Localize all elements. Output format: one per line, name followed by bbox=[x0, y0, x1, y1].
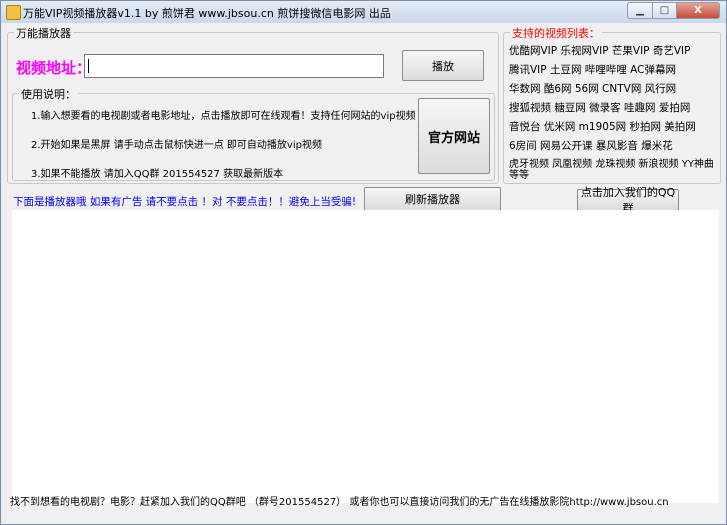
text-caret bbox=[88, 59, 89, 73]
minimize-button[interactable]: ▁ bbox=[627, 2, 653, 19]
site-row: 腾讯VIP 土豆网 哔哩哔哩 AC弹幕网 bbox=[509, 64, 676, 76]
site-row: 等等 bbox=[509, 170, 529, 181]
site-row: 音悦台 优米网 m1905网 秒拍网 美拍网 bbox=[509, 121, 696, 133]
instruction-item-1: 1.输入想要看的电视剧或者电影地址，点击播放即可在线观看！支持任何网站的vip视… bbox=[31, 111, 416, 122]
instructions-title: 使用说明： bbox=[19, 86, 78, 102]
refresh-player-button[interactable]: 刷新播放器 bbox=[364, 187, 501, 211]
maximize-button[interactable]: □ bbox=[653, 2, 677, 19]
site-row: 搜狐视频 糖豆网 微录客 哇趣网 爱拍网 bbox=[509, 102, 691, 114]
play-button[interactable]: 播放 bbox=[402, 50, 484, 81]
site-row: 虎牙视频 凤凰视频 龙珠视频 新浪视频 YY神曲 bbox=[509, 159, 714, 170]
site-row: 优酷网VIP 乐视网VIP 芒果VIP 奇艺VIP bbox=[509, 45, 691, 57]
instructions-groupbox: 使用说明： 1.输入想要看的电视剧或者电影地址，点击播放即可在线观看！支持任何网… bbox=[12, 86, 495, 181]
official-site-button[interactable]: 官方网站 bbox=[418, 98, 490, 174]
url-input[interactable] bbox=[84, 54, 384, 78]
sites-title: 支持的视频列表： bbox=[510, 25, 602, 41]
player-groupbox: 万能播放器 视频地址： 播放 使用说明： 1.输入想要看的电视剧或者电影地址，点… bbox=[7, 25, 499, 184]
player-group-title: 万能播放器 bbox=[14, 25, 73, 41]
title-bar[interactable]: 万能VIP视频播放器v1.1 by 煎饼君 www.jbsou.cn 煎饼搜微信… bbox=[1, 1, 726, 23]
site-row: 华数网 酷6网 56网 CNTV网 风行网 bbox=[509, 83, 677, 95]
join-qq-button[interactable]: 点击加入我们的QQ群 bbox=[577, 186, 679, 215]
url-label: 视频地址： bbox=[16, 59, 92, 77]
app-icon bbox=[6, 5, 21, 20]
window-title: 万能VIP视频播放器v1.1 by 煎饼君 www.jbsou.cn 煎饼搜微信… bbox=[23, 7, 391, 20]
instruction-item-3: 3.如果不能播放 请加入QQ群 201554527 获取最新版本 bbox=[31, 169, 284, 180]
footer-note: 找不到想看的电视剧？电影？赶紧加入我们的QQ群吧 （群号201554527） 或… bbox=[10, 497, 669, 508]
window-controls: ▁ □ X bbox=[627, 2, 720, 19]
instruction-item-2: 2.开始如果是黑屏 请手动点击鼠标快进一点 即可自动播放vip视频 bbox=[31, 140, 322, 151]
app-window: 万能VIP视频播放器v1.1 by 煎饼君 www.jbsou.cn 煎饼搜微信… bbox=[0, 0, 727, 525]
ad-warning-notice: 下面是播放器哦 如果有广告 请不要点击 ！对 不要点击！！避免上当受骗! bbox=[13, 196, 357, 208]
client-area: 万能播放器 视频地址： 播放 使用说明： 1.输入想要看的电视剧或者电影地址，点… bbox=[7, 23, 722, 521]
site-row: 6房间 网易公开课 暴风影音 爆米花 bbox=[509, 140, 673, 152]
close-button[interactable]: X bbox=[677, 2, 720, 19]
sites-groupbox: 支持的视频列表： 优酷网VIP 乐视网VIP 芒果VIP 奇艺VIP 腾讯VIP… bbox=[503, 25, 721, 184]
video-player-area[interactable] bbox=[12, 210, 719, 503]
